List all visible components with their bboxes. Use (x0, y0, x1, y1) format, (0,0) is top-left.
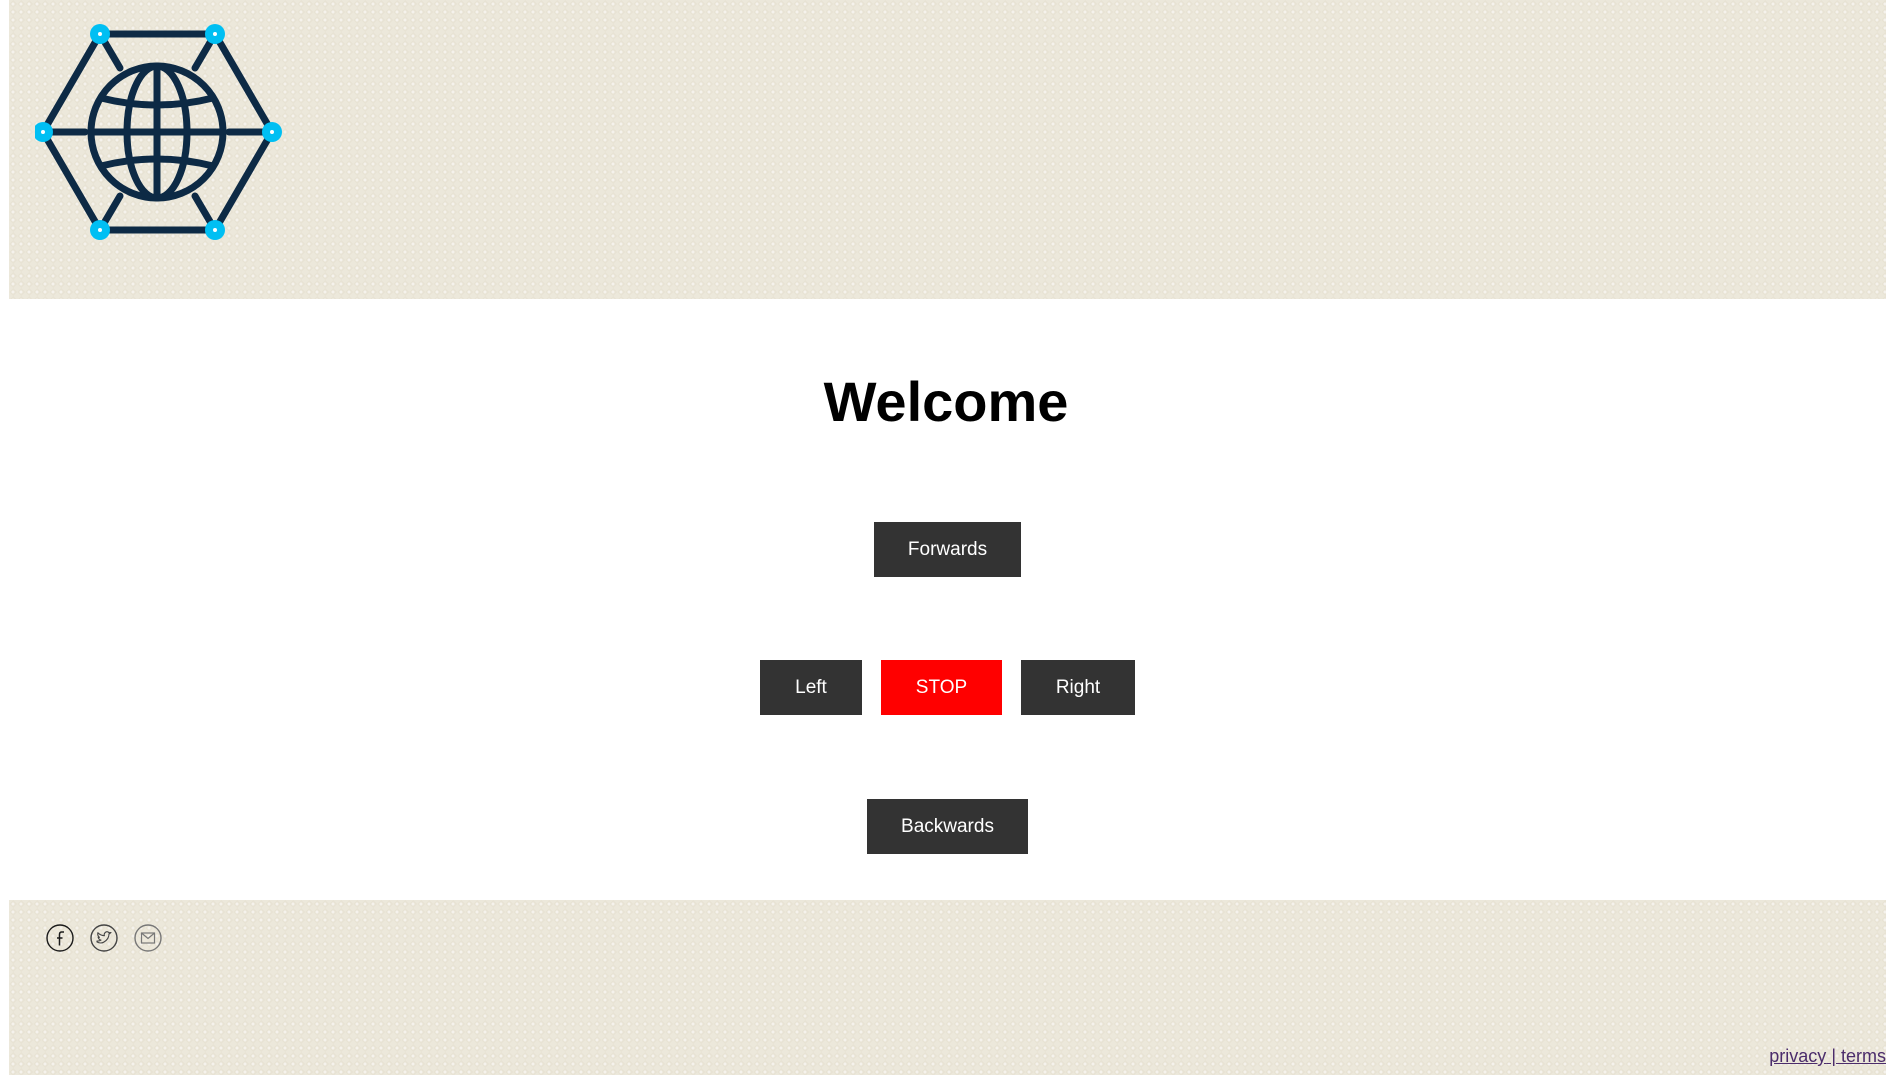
globe-network-hexagon-icon[interactable] (35, 20, 285, 245)
right-button[interactable]: Right (1021, 660, 1135, 715)
facebook-icon[interactable] (45, 923, 75, 953)
header-banner (9, 0, 1886, 299)
backwards-button[interactable]: Backwards (867, 799, 1028, 854)
left-button[interactable]: Left (760, 660, 862, 715)
page-title: Welcome (823, 370, 1069, 433)
legal-separator: | (1826, 1046, 1841, 1066)
twitter-icon[interactable] (89, 923, 119, 953)
forwards-button[interactable]: Forwards (874, 522, 1021, 577)
terms-link[interactable]: terms (1841, 1046, 1886, 1066)
legal-links: privacy | terms (1769, 1046, 1886, 1067)
footer: privacy | terms (9, 900, 1886, 1075)
privacy-link[interactable]: privacy (1769, 1046, 1826, 1066)
stop-button[interactable]: STOP (881, 660, 1002, 715)
email-icon[interactable] (133, 923, 163, 953)
